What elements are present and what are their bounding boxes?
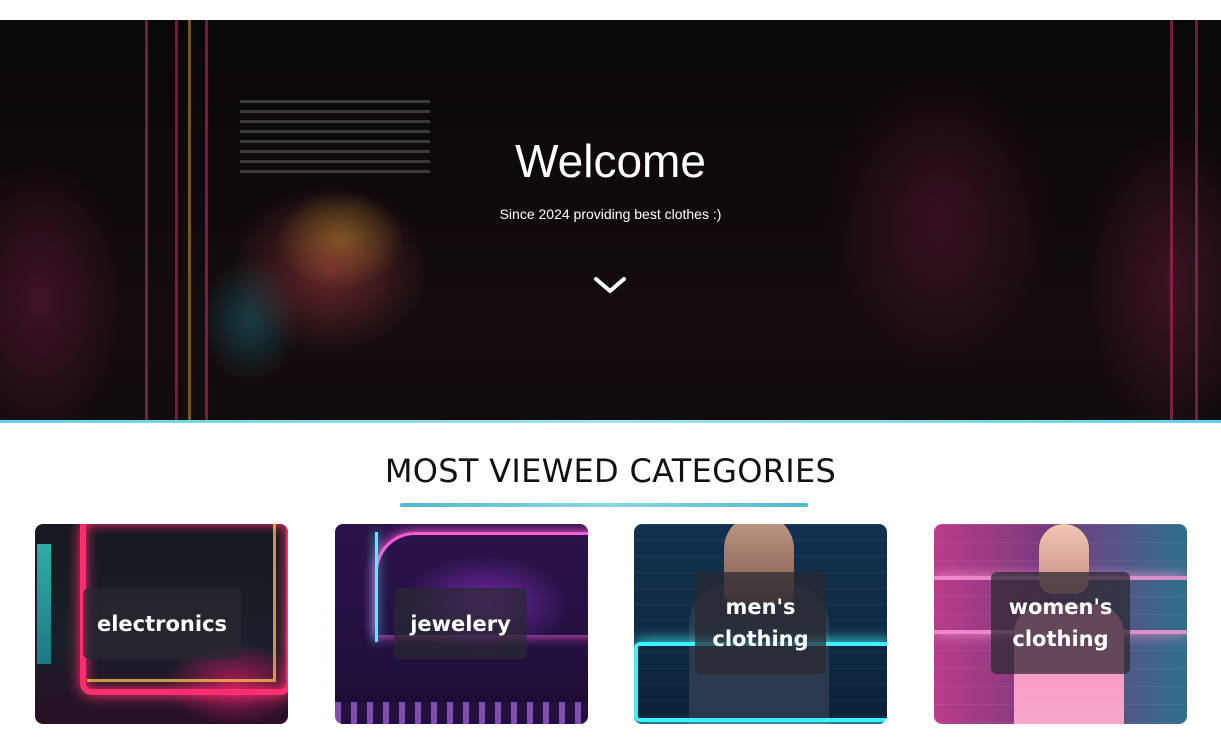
hero-banner: Welcome Since 2024 providing best clothe…	[0, 20, 1221, 420]
category-label: electronics	[83, 588, 241, 659]
card-image-neon-line	[375, 532, 378, 642]
hero-title: Welcome	[515, 135, 706, 187]
category-card-jewelery[interactable]: jewelery	[335, 524, 588, 724]
category-label-text: electronics	[96, 611, 228, 636]
category-card-womens-clothing[interactable]: women's clothing	[934, 524, 1187, 724]
category-card-electronics[interactable]: electronics	[35, 524, 288, 724]
card-image-jewelry-row	[335, 702, 588, 724]
category-label-text: women's	[1008, 595, 1113, 619]
hero-bottom-border	[0, 420, 1221, 423]
hero-subtitle: Since 2024 providing best clothes :)	[499, 206, 722, 222]
section-title: MOST VIEWED CATEGORIES	[384, 452, 837, 490]
category-label-text: clothing	[1012, 627, 1109, 651]
category-label: jewelery	[394, 588, 527, 659]
section-title-underline	[400, 503, 808, 507]
category-card-mens-clothing[interactable]: men's clothing	[634, 524, 887, 724]
category-label: men's clothing	[695, 572, 826, 674]
chevron-down-icon[interactable]	[592, 272, 628, 298]
card-image-detail	[37, 544, 51, 664]
category-label-text: clothing	[712, 627, 809, 651]
category-label-text: jewelery	[410, 611, 511, 636]
category-label: women's clothing	[991, 572, 1130, 674]
category-label-text: men's	[725, 595, 796, 619]
top-bar	[0, 0, 1221, 20]
